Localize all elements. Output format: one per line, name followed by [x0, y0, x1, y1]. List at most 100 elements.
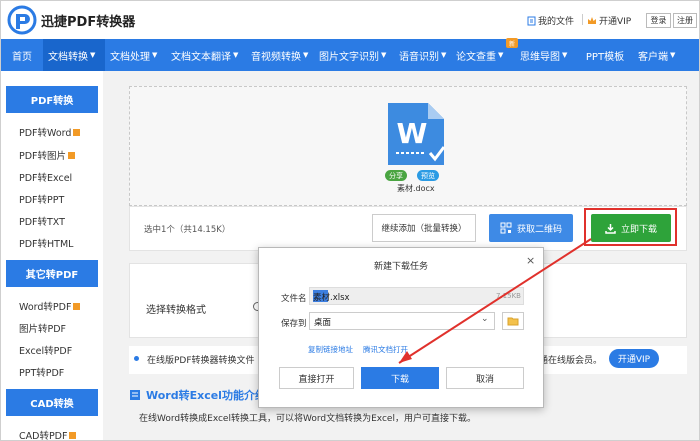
sidebar-item-pdf-to-word[interactable]: PDF转Word: [19, 125, 81, 139]
crown-icon: [588, 17, 596, 24]
sidebar-head-pdf-convert: PDF转换: [6, 86, 98, 113]
format-label: 选择转换格式: [146, 305, 206, 316]
caret-down-icon: ▼: [303, 51, 309, 59]
nav-label: 文档处理: [110, 51, 150, 63]
nav-item-client[interactable]: 客户端 ▼: [633, 39, 699, 71]
file-name-label: 文件名: [281, 294, 307, 304]
sidebar-item-label: CAD转PDF: [19, 431, 68, 441]
my-files-label: 我的文件: [538, 17, 575, 27]
save-to-select[interactable]: [309, 312, 495, 330]
open-vip-button[interactable]: 开通VIP: [609, 349, 659, 368]
continue-add-button[interactable]: 继续添加（批量转换）: [372, 214, 476, 242]
sidebar-item-label: PDF转TXT: [19, 217, 65, 228]
sidebar-item-label: PDF转PPT: [19, 195, 65, 206]
nav-item-translate[interactable]: 文档文本翻译 ▼: [166, 39, 246, 71]
sidebar-item-label: Word转PDF: [19, 302, 72, 313]
nav-label: PPT模板: [585, 51, 625, 63]
sidebar-item-ppt-to-pdf[interactable]: PPT转PDF: [19, 365, 64, 379]
qr-code-icon: [500, 222, 512, 234]
file-name-value: 素材.xlsx: [313, 293, 350, 303]
nav-label: 音视频转换: [251, 51, 301, 63]
app-window: 迅捷PDF转换器 我的文件 开通VIP 登录 注册 首页 文档转换 ▼ 文档处理 ▼…: [0, 0, 700, 441]
file-name: 素材.docx: [397, 184, 435, 193]
tencent-docs-link[interactable]: 腾讯文档打开: [363, 344, 408, 355]
sidebar-item-pdf-to-image[interactable]: PDF转图片: [19, 148, 76, 162]
sidebar-item-pdf-to-txt[interactable]: PDF转TXT: [19, 214, 65, 228]
login-button[interactable]: 登录: [646, 13, 671, 28]
chevron-down-icon: ⌄: [481, 314, 489, 324]
bullet-icon: [134, 356, 139, 361]
sidebar-item-label: 图片转PDF: [19, 324, 67, 335]
nav-item-speech[interactable]: 语音识别 ▼: [394, 39, 451, 71]
selected-count: 选中1个（共14.15K）: [144, 225, 231, 235]
open-vip-label: 开通VIP: [599, 17, 632, 27]
browse-folder-button[interactable]: [502, 312, 524, 330]
dialog-download-button[interactable]: 下载: [361, 367, 439, 389]
nav-item-doc-process[interactable]: 文档处理 ▼: [105, 39, 166, 71]
hot-icon: [68, 151, 76, 159]
caret-down-icon: ▼: [441, 51, 447, 59]
caret-down-icon: ▼: [381, 51, 387, 59]
nav-label: 客户端: [638, 51, 668, 63]
nav-item-ocr[interactable]: 图片文字识别 ▼: [314, 39, 394, 71]
logo-icon: [7, 5, 37, 35]
register-button[interactable]: 注册: [673, 13, 697, 28]
section-text: 在线Word转换成Excel转换工具，可以将Word文档转换为Excel，用户可…: [139, 414, 476, 424]
main-nav: 首页 文档转换 ▼ 文档处理 ▼ 文档文本翻译 ▼ 音视频转换 ▼ 图片文字识别 ▼ 语音…: [1, 39, 699, 71]
sidebar-item-pdf-to-excel[interactable]: PDF转Excel: [19, 170, 72, 184]
open-directly-button[interactable]: 直接打开: [279, 367, 354, 389]
nav-label: 语音识别: [399, 51, 439, 63]
caret-down-icon: ▼: [233, 51, 239, 59]
sidebar-item-cad-to-pdf[interactable]: CAD转PDF: [19, 428, 77, 441]
word-file-icon: W: [388, 103, 446, 165]
preview-button[interactable]: 预览: [417, 170, 439, 181]
sidebar-item-excel-to-pdf[interactable]: Excel转PDF: [19, 343, 72, 357]
save-to-value: 桌面: [314, 318, 332, 328]
sidebar-item-pdf-to-html[interactable]: PDF转HTML: [19, 236, 73, 250]
open-vip-link[interactable]: 开通VIP: [587, 14, 631, 27]
folder-icon: [507, 317, 519, 326]
section-title: Word转Excel功能介绍: [129, 387, 266, 403]
close-icon[interactable]: ×: [526, 254, 535, 267]
nav-item-av-convert[interactable]: 音视频转换 ▼: [246, 39, 314, 71]
sidebar-item-label: PDF转Excel: [19, 173, 73, 184]
dialog-title: 新建下载任务: [374, 262, 429, 272]
dialog-cancel-button[interactable]: 取消: [446, 367, 524, 389]
my-files-link[interactable]: 我的文件: [527, 14, 574, 27]
section-title-text: Word转Excel功能介绍: [146, 389, 266, 402]
save-to-label: 保存到: [281, 319, 307, 329]
copy-link-link[interactable]: 复制链接地址: [308, 344, 353, 355]
file-letter: W: [397, 117, 428, 150]
nav-item-home[interactable]: 首页: [1, 39, 43, 71]
caret-down-icon: ▼: [562, 51, 568, 59]
nav-item-ppt[interactable]: PPT模板: [577, 39, 633, 71]
nav-label: 首页: [12, 51, 32, 63]
nav-label: 论文查重: [456, 51, 496, 63]
sidebar-item-image-to-pdf[interactable]: 图片转PDF: [19, 321, 66, 335]
file-size: 7.15KB: [496, 292, 521, 300]
nav-label: 思维导图: [520, 51, 560, 63]
hot-icon: [73, 302, 81, 310]
header-divider: [582, 14, 583, 25]
top-header: 迅捷PDF转换器 我的文件 开通VIP 登录 注册: [1, 1, 699, 39]
hot-icon: [73, 128, 81, 136]
sidebar-item-word-to-pdf[interactable]: Word转PDF: [19, 299, 81, 313]
nav-item-mindmap[interactable]: 思维导图 ▼: [515, 39, 577, 71]
caret-down-icon: ▼: [152, 51, 158, 59]
nav-label: 文档文本翻译: [171, 51, 231, 63]
get-qr-button[interactable]: 获取二维码: [489, 214, 573, 242]
nav-item-doc-convert[interactable]: 文档转换 ▼: [43, 39, 105, 71]
share-button[interactable]: 分享: [385, 170, 407, 181]
sidebar-item-label: PDF转HTML: [19, 239, 74, 250]
highlight-box: [584, 208, 677, 246]
nav-label: 图片文字识别: [319, 51, 379, 63]
sidebar-head-other-to-pdf: 其它转PDF: [6, 260, 98, 287]
caret-down-icon: ▼: [498, 51, 504, 59]
notice-text-left: 在线版PDF转换器转换文件: [147, 356, 255, 366]
sidebar-item-label: Excel转PDF: [19, 346, 73, 357]
nav-label: 文档转换: [48, 51, 88, 63]
sidebar-item-pdf-to-ppt[interactable]: PDF转PPT: [19, 192, 64, 206]
hot-icon: [69, 431, 77, 439]
notice-text-right: 通在线版会员。: [539, 356, 603, 366]
sidebar-item-label: PDF转图片: [19, 151, 67, 162]
